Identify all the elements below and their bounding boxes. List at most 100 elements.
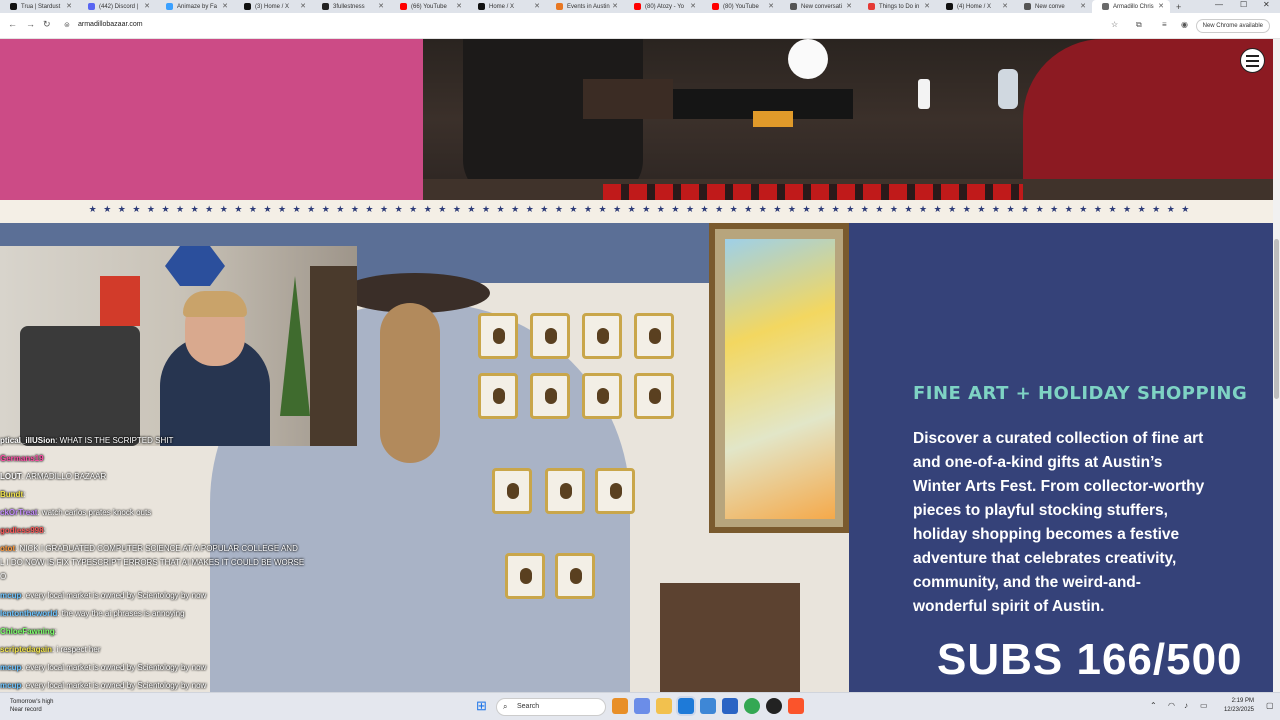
armadillo-icon — [1102, 3, 1109, 10]
maximize-icon[interactable]: ☐ — [1240, 0, 1247, 9]
reload-icon[interactable]: ↻ — [43, 19, 51, 30]
clock-date: 12/23/2025 — [1223, 707, 1254, 713]
weather-line-1: Tomorrow's high — [10, 699, 54, 705]
taskbar-search[interactable]: ⌕ Search — [496, 698, 606, 716]
brave-app-icon[interactable] — [788, 698, 804, 714]
browser-tab[interactable]: New conve ✕ — [1014, 0, 1092, 13]
browser-tab[interactable]: Things to Do in ✕ — [858, 0, 936, 13]
network-icon[interactable]: ◠ — [1168, 701, 1175, 710]
info-panel: FINE ART + HOLIDAY SHOPPING Discover a c… — [849, 223, 1273, 692]
close-tab-icon[interactable]: ✕ — [456, 2, 462, 10]
close-tab-icon[interactable]: ✕ — [222, 2, 228, 10]
chat-username: Germans19 — [0, 454, 44, 463]
browser-tab[interactable]: (80) Atozy - Yo ✕ — [624, 0, 702, 13]
browser-tab[interactable]: Armadillo Chris ✕ — [1092, 0, 1170, 13]
mail-app-icon[interactable] — [722, 698, 738, 714]
volume-icon[interactable]: ♪ — [1184, 701, 1188, 710]
chat-text: : every local market is owned by Sciento… — [21, 681, 207, 690]
close-tab-icon[interactable]: ✕ — [534, 2, 540, 10]
browser-tab[interactable]: (3) Home / X ✕ — [234, 0, 312, 13]
close-tab-icon[interactable]: ✕ — [768, 2, 774, 10]
close-tab-icon[interactable]: ✕ — [690, 2, 696, 10]
browser-tab[interactable]: Trua | Stardust ✕ — [0, 0, 78, 13]
windows-start-icon[interactable]: ⊞ — [476, 698, 492, 714]
menu-button[interactable] — [1240, 48, 1265, 73]
chat-text: : — [23, 490, 26, 499]
chat-text: : — [54, 627, 57, 636]
back-icon[interactable]: ← — [8, 19, 17, 29]
stream-chat-overlay: ptical_illUSion: WHAT IS THE SCRIPTED SH… — [0, 437, 350, 692]
forward-icon[interactable]: → — [26, 19, 35, 29]
close-tab-icon[interactable]: ✕ — [924, 2, 930, 10]
taskbar-clock[interactable]: 2:19 PM 12/23/2025 — [1224, 697, 1254, 715]
obs-app-icon[interactable] — [766, 698, 782, 714]
insect-specimen — [545, 388, 557, 404]
address-bar[interactable]: armadillobazaar.com — [78, 21, 143, 28]
weather-widget[interactable]: Tomorrow's high Near record — [10, 698, 54, 714]
file-explorer-icon[interactable] — [656, 698, 672, 714]
x-icon — [10, 3, 17, 10]
new-chrome-available-button[interactable]: New Chrome available — [1195, 19, 1270, 33]
browser-tab[interactable]: New conversati ✕ — [780, 0, 858, 13]
chat-message: otot: NICK I GRADUATED COMPUTER SCIENCE … — [0, 545, 298, 553]
tab-title: (442) Discord | — [99, 3, 139, 10]
close-window-icon[interactable]: ✕ — [1263, 0, 1270, 9]
tray-chevron-icon[interactable]: ⌃ — [1150, 701, 1157, 710]
insect-specimen — [545, 328, 557, 344]
x-icon — [244, 3, 251, 10]
browser-toolbar: ← → ↻ ⊜ armadillobazaar.com ☆ ⧉ ≡ ◉ New … — [0, 13, 1280, 39]
browser-tab[interactable]: (66) YouTube ✕ — [390, 0, 468, 13]
section-heading: FINE ART + HOLIDAY SHOPPING — [913, 383, 1248, 404]
chat-message: O — [0, 573, 6, 581]
profile-icon[interactable]: ◉ — [1181, 20, 1188, 29]
menu-bar-icon — [1246, 54, 1259, 57]
close-tab-icon[interactable]: ✕ — [846, 2, 852, 10]
browser-tab[interactable]: 3fullestness ✕ — [312, 0, 390, 13]
chat-message: scriptedagain: i respect her — [0, 646, 100, 654]
browser-tab[interactable]: (4) Home / X ✕ — [936, 0, 1014, 13]
close-tab-icon[interactable]: ✕ — [144, 2, 150, 10]
notifications-icon[interactable]: ▢ — [1266, 701, 1274, 710]
battery-icon[interactable]: ▭ — [1200, 701, 1208, 710]
chat-username: godless998 — [0, 526, 44, 535]
tab-title: Things to Do in — [879, 3, 920, 10]
tab-title: 3fullestness — [333, 3, 365, 10]
youtube-icon — [634, 3, 641, 10]
browser-tab[interactable]: Animaze by Fa ✕ — [156, 0, 234, 13]
page-scrollbar[interactable] — [1273, 39, 1280, 692]
close-tab-icon[interactable]: ✕ — [1080, 2, 1086, 10]
close-tab-icon[interactable]: ✕ — [378, 2, 384, 10]
chrome-app-icon[interactable] — [744, 698, 760, 714]
new-tab-icon[interactable]: + — [1170, 2, 1187, 12]
tab-title: (3) Home / X — [255, 3, 290, 10]
copilot-app-icon[interactable] — [634, 698, 650, 714]
chat-username: mcup — [0, 663, 22, 672]
browser-tab[interactable]: (80) YouTube ✕ — [702, 0, 780, 13]
close-tab-icon[interactable]: ✕ — [1158, 2, 1164, 10]
close-tab-icon[interactable]: ✕ — [1002, 2, 1008, 10]
painting-frame — [709, 223, 849, 533]
site-info-icon[interactable]: ⊜ — [64, 21, 70, 29]
doorway — [310, 266, 357, 446]
media-icon[interactable]: ≡ — [1162, 20, 1167, 29]
chat-username: lentontheworld — [0, 609, 58, 618]
widgets-app-icon[interactable] — [612, 698, 628, 714]
bookmark-star-icon[interactable]: ☆ — [1111, 20, 1118, 29]
tab-title: Home / X — [489, 3, 515, 10]
chat-username: mcup — [0, 681, 22, 690]
browser-tab[interactable]: Home / X ✕ — [468, 0, 546, 13]
browser-tab[interactable]: (442) Discord | ✕ — [78, 0, 156, 13]
chat-icon — [790, 3, 797, 10]
scrollbar-thumb[interactable] — [1274, 239, 1279, 399]
edge-app-icon[interactable] — [678, 698, 694, 714]
close-tab-icon[interactable]: ✕ — [612, 2, 618, 10]
close-tab-icon[interactable]: ✕ — [300, 2, 306, 10]
close-tab-icon[interactable]: ✕ — [66, 2, 72, 10]
store-app-icon[interactable] — [700, 698, 716, 714]
framed-insect — [582, 313, 622, 359]
framed-insect — [582, 373, 622, 419]
extensions-icon[interactable]: ⧉ — [1136, 20, 1142, 30]
browser-tab[interactable]: Events in Austin ✕ — [546, 0, 624, 13]
minimize-icon[interactable]: — — [1215, 0, 1223, 9]
windows-taskbar: Tomorrow's high Near record ⊞ ⌕ Search ⌃… — [0, 692, 1280, 720]
